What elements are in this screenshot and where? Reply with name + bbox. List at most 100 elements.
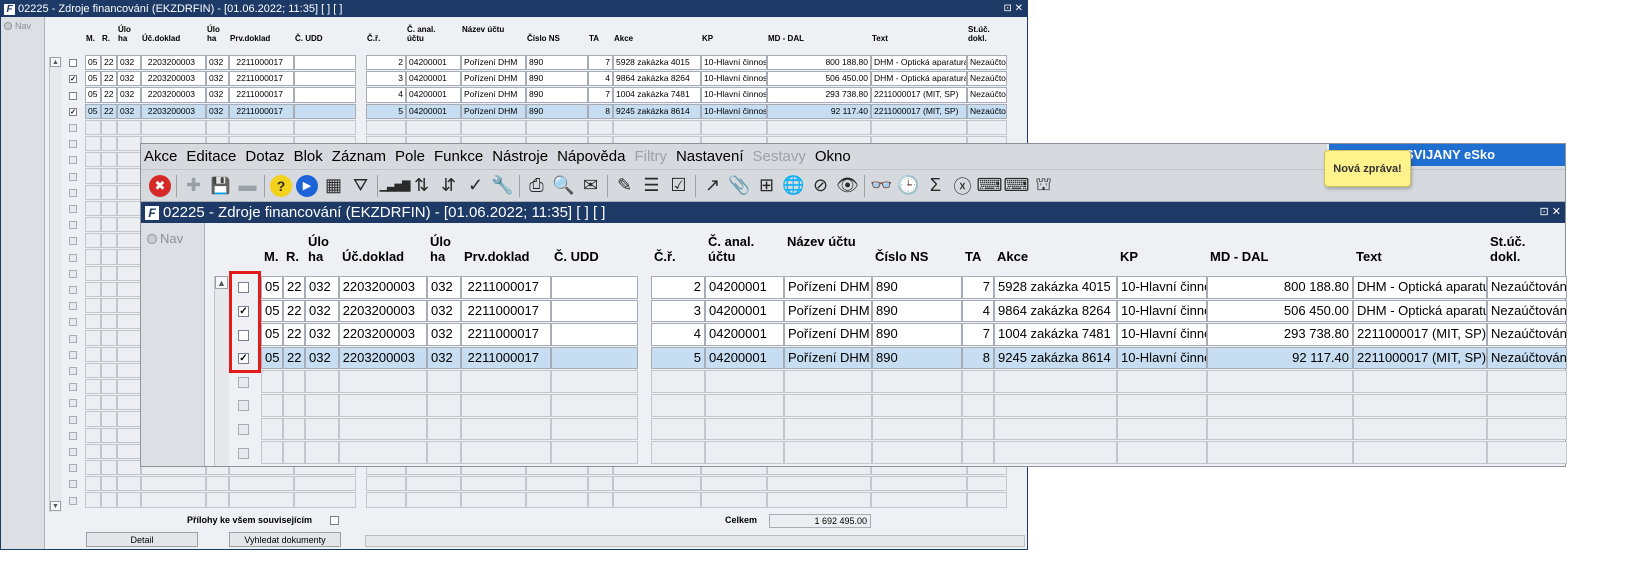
cell-col-5[interactable] (229, 492, 294, 508)
cell-col-8[interactable]: 04200001 (705, 323, 784, 346)
cell-col-4[interactable]: 032 (206, 87, 229, 103)
list-icon[interactable]: ☰ (638, 172, 665, 199)
cell-col-0[interactable]: 05 (261, 276, 283, 299)
row-select-checkbox[interactable] (69, 302, 77, 311)
background-nav-label[interactable]: Nav (4, 21, 44, 31)
cell-col-4[interactable]: 032 (427, 346, 461, 370)
menu-pole[interactable]: Pole (395, 148, 425, 165)
cell-col-3[interactable] (339, 370, 427, 393)
cell-col-2[interactable] (117, 281, 141, 297)
cell-col-7[interactable] (366, 119, 406, 135)
cell-col-1[interactable] (101, 492, 117, 508)
column-header-8[interactable]: Č. anal. účtu (407, 25, 435, 43)
cell-col-4[interactable]: 032 (206, 103, 229, 119)
cell-col-14[interactable] (767, 476, 871, 492)
cell-col-3[interactable] (141, 119, 206, 135)
cell-col-13[interactable]: 10-Hlavní činnost (1117, 323, 1207, 346)
cell-col-14[interactable] (767, 119, 871, 135)
attachments-checkbox[interactable] (330, 516, 339, 525)
cell-col-15[interactable]: DHM - Optická aparatura (1353, 299, 1487, 323)
cell-col-16[interactable]: Nezaúčtováno (1487, 299, 1567, 323)
checkmark-icon[interactable]: ✓ (462, 172, 489, 199)
cell-col-6[interactable] (294, 492, 356, 508)
cell-col-2[interactable] (117, 330, 141, 346)
cell-col-14[interactable] (1207, 370, 1353, 393)
cell-col-0[interactable] (85, 184, 101, 200)
cell-col-1[interactable] (101, 119, 117, 135)
cell-col-10[interactable]: 890 (526, 71, 588, 87)
open-external-icon[interactable]: ↗ (699, 172, 726, 199)
cell-col-1[interactable] (101, 330, 117, 346)
cell-col-5[interactable] (461, 370, 551, 393)
cell-col-6[interactable] (551, 323, 638, 346)
cell-col-14[interactable] (767, 492, 871, 508)
cell-col-0[interactable] (85, 119, 101, 135)
menu-záznam[interactable]: Záznam (332, 148, 386, 165)
cell-col-10[interactable]: 890 (526, 87, 588, 103)
checklist-icon[interactable]: ☑ (665, 172, 692, 199)
cell-col-4[interactable]: 032 (427, 299, 461, 323)
column-header-13[interactable]: KP (702, 25, 713, 43)
column-header-5[interactable]: Prv.doklad (464, 235, 530, 265)
cell-col-15[interactable]: 2211000017 (MIT, SP) (871, 103, 967, 119)
cell-col-7[interactable]: 5 (366, 103, 406, 119)
cell-col-16[interactable]: Nezaúčtováno (967, 103, 1007, 119)
cell-col-7[interactable]: 3 (651, 299, 705, 323)
excel-export-icon[interactable]: ⓧ (949, 172, 976, 199)
cell-col-8[interactable] (705, 417, 784, 441)
row-select-checkbox[interactable] (238, 400, 249, 412)
cell-col-2[interactable]: 032 (117, 87, 141, 103)
cell-col-2[interactable] (117, 298, 141, 314)
menu-funkce[interactable]: Funkce (434, 148, 483, 165)
row-select-checkbox[interactable] (69, 318, 77, 327)
cell-col-3[interactable] (141, 476, 206, 492)
cell-col-0[interactable] (85, 249, 101, 265)
cell-col-6[interactable] (551, 441, 638, 464)
cell-col-13[interactable]: 10-Hlavní činnost (1117, 346, 1207, 370)
cell-col-4[interactable] (206, 119, 229, 135)
column-header-8[interactable]: Č. anal. účtu (708, 234, 754, 265)
column-header-10[interactable]: Číslo NS (527, 25, 560, 43)
cell-col-1[interactable] (283, 441, 305, 464)
cell-col-2[interactable] (305, 441, 339, 464)
cell-col-0[interactable] (85, 362, 101, 378)
cell-col-12[interactable]: 1004 zakázka 7481 (613, 87, 701, 103)
cell-col-10[interactable]: 890 (872, 276, 962, 299)
row-select-checkbox[interactable] (69, 172, 77, 181)
cell-col-2[interactable] (117, 460, 141, 476)
cell-col-5[interactable] (229, 476, 294, 492)
cell-col-15[interactable] (1353, 370, 1487, 393)
cell-col-14[interactable]: 293 738.80 (767, 87, 871, 103)
cell-col-10[interactable]: 890 (526, 103, 588, 119)
cell-col-3[interactable]: 2203200003 (141, 87, 206, 103)
cell-col-15[interactable] (871, 476, 967, 492)
cell-col-0[interactable] (85, 168, 101, 184)
cell-col-1[interactable] (101, 217, 117, 233)
cell-col-10[interactable] (872, 370, 962, 393)
cell-col-0[interactable]: 05 (85, 71, 101, 87)
cell-col-3[interactable] (339, 441, 427, 464)
cell-col-15[interactable] (1353, 417, 1487, 441)
cell-col-2[interactable]: 032 (117, 55, 141, 71)
cell-col-5[interactable]: 2211000017 (461, 323, 551, 346)
cell-col-9[interactable] (461, 476, 526, 492)
detail-button[interactable]: Detail (86, 532, 198, 547)
calendar-icon[interactable]: ▦ (320, 172, 347, 199)
cell-col-12[interactable]: 9864 zakázka 8264 (994, 299, 1117, 323)
cell-col-8[interactable] (406, 119, 461, 135)
cell-col-12[interactable] (613, 476, 701, 492)
cell-col-16[interactable] (1487, 370, 1567, 393)
cell-col-12[interactable] (613, 492, 701, 508)
cell-col-13[interactable] (1117, 370, 1207, 393)
cell-col-1[interactable] (101, 379, 117, 395)
cell-col-0[interactable] (85, 136, 101, 152)
cell-col-6[interactable] (551, 276, 638, 299)
row-select-checkbox[interactable] (69, 269, 77, 278)
compass-icon[interactable]: ⊘ (807, 172, 834, 199)
cell-col-5[interactable]: 2211000017 (229, 71, 294, 87)
cell-col-0[interactable] (85, 314, 101, 330)
cell-col-1[interactable] (101, 411, 117, 427)
cell-col-3[interactable]: 2203200003 (339, 276, 427, 299)
cell-col-10[interactable]: 890 (872, 346, 962, 370)
cell-col-0[interactable] (85, 346, 101, 362)
